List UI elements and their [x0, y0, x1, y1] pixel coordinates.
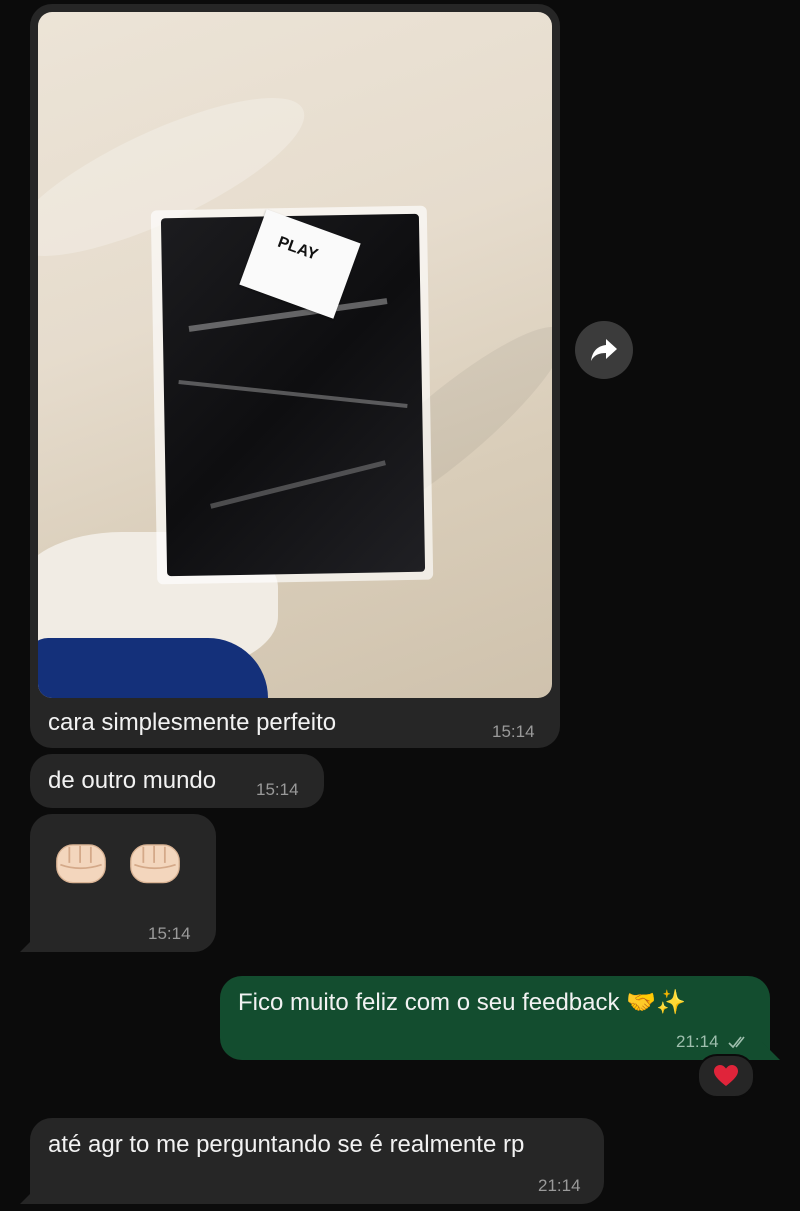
chat-view: PLAY cara simplesmente perfeito 15:14 de… — [0, 0, 800, 1211]
fist-emoji — [130, 844, 180, 884]
forward-icon — [591, 339, 617, 361]
message-photo[interactable]: PLAY — [38, 12, 552, 698]
message-time: 15:14 — [492, 722, 535, 741]
message-bubble[interactable]: até agr to me perguntando se é realmente… — [20, 1118, 604, 1204]
reaction-badge[interactable] — [697, 1054, 755, 1098]
message-text: de outro mundo — [48, 767, 217, 794]
message-text: Fico muito feliz com o seu feedback 🤝✨ — [238, 989, 686, 1016]
message-outgoing-bubble[interactable]: Fico muito feliz com o seu feedback 🤝✨ 2… — [220, 976, 780, 1060]
message-photo-bubble[interactable]: PLAY cara simplesmente perfeito 15:14 — [30, 4, 560, 748]
double-check-icon — [728, 1036, 745, 1049]
message-time: 21:14 — [676, 1032, 719, 1051]
fist-emoji — [56, 844, 106, 884]
message-emoji-bubble[interactable]: 15:14 — [20, 814, 216, 952]
message-time: 15:14 — [148, 924, 191, 943]
message-text: cara simplesmente perfeito — [48, 709, 337, 736]
message-text: até agr to me perguntando se é realmente… — [48, 1131, 525, 1158]
message-bubble[interactable]: de outro mundo 15:14 — [30, 754, 324, 808]
bubble-tail — [762, 1042, 780, 1060]
forward-button[interactable] — [575, 321, 633, 379]
heart-icon — [714, 1065, 738, 1086]
message-time: 21:14 — [538, 1176, 581, 1195]
product-tag-label: PLAY — [275, 233, 320, 264]
bubble-tail — [20, 934, 38, 952]
emoji-row — [50, 836, 186, 888]
message-time: 15:14 — [256, 780, 299, 799]
bubble-tail — [20, 1186, 38, 1204]
